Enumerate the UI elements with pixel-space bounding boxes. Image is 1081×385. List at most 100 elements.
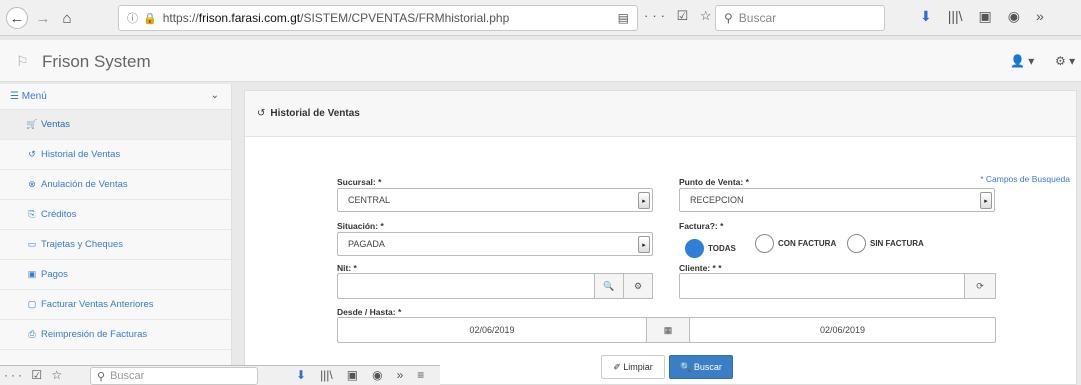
sidebar-item-anulacion[interactable]: ⊗ Anulación de Ventas: [0, 170, 231, 200]
factura-label: Factura?: *: [679, 221, 724, 231]
download-icon[interactable]: ⬇: [920, 8, 932, 25]
browser-search-input[interactable]: ⚲ Buscar: [90, 367, 258, 385]
hasta-input[interactable]: 02/06/2019: [689, 317, 996, 343]
sidebar-item-label: Créditos: [41, 209, 77, 220]
document-icon: ▢: [27, 299, 37, 309]
toolbar-icons: ⬇ |||\ ▣ ◉ »: [920, 8, 1044, 25]
cancel-circle-icon: ⊗: [28, 179, 36, 189]
account-icon[interactable]: ◉: [1008, 8, 1020, 25]
calendar-addon[interactable]: ▦: [646, 317, 690, 343]
search-icon: ⚲: [97, 370, 106, 383]
factura-radio-con-factura[interactable]: CON FACTURA: [755, 234, 836, 253]
user-menu-icon[interactable]: 👤 ▾: [1010, 54, 1034, 68]
address-bar[interactable]: ⓘ 🔒 https://frison.farasi.com.gt/SISTEM/…: [118, 5, 638, 31]
situacion-label: Situación: *: [337, 221, 384, 231]
forward-button[interactable]: →: [32, 7, 54, 29]
cliente-refresh-button[interactable]: ⟳: [964, 273, 996, 299]
sidebar-item-historial[interactable]: ↺ Historial de Ventas: [0, 140, 231, 170]
dropdown-arrow-icon: ▸: [638, 236, 650, 253]
card-icon: ▭: [27, 239, 37, 249]
history-icon: ↺: [257, 108, 266, 119]
home-icon: ⌂: [62, 9, 72, 27]
download-icon[interactable]: ⬇: [296, 368, 306, 382]
situacion-select[interactable]: PAGADA ▸: [337, 232, 653, 256]
forward-arrow-icon: →: [35, 9, 51, 27]
page-actions-menu[interactable]: ··· ☑ ☆: [4, 368, 65, 382]
sidebar-item-label: Reimpresión de Facturas: [41, 329, 148, 340]
sidebar-item-label: Ventas: [41, 119, 71, 130]
browser-search-placeholder: Buscar: [110, 370, 145, 382]
punto-venta-value: RECEPCION: [690, 195, 744, 205]
library-icon[interactable]: |||\: [948, 8, 963, 25]
panel-header: ↺ Historial de Ventas: [245, 91, 1076, 137]
nit-input[interactable]: [337, 273, 595, 299]
payment-icon: ▣: [27, 269, 37, 279]
app-header: ⚐ Frison System 👤 ▾ ⚙ ▾: [0, 40, 1081, 82]
browser-search-placeholder: Buscar: [738, 11, 777, 25]
home-button[interactable]: ⌂: [56, 7, 78, 29]
desde-input[interactable]: 02/06/2019: [337, 317, 647, 343]
library-icon[interactable]: |||\: [320, 368, 333, 382]
sidebar-item-tarjetas[interactable]: ▭ Trajetas y Cheques: [0, 230, 231, 260]
history-icon: ↺: [28, 149, 36, 159]
sidebar: ☰ Menú ⌄ 🛒 Ventas ↺ Historial de Ventas ⊗ A…: [0, 84, 232, 385]
menu-label: ☰ Menú: [10, 91, 47, 102]
credit-icon: ⎘: [28, 209, 36, 219]
cliente-input[interactable]: [679, 273, 965, 299]
radio-label: CON FACTURA: [778, 239, 837, 248]
lock-icon: 🔒: [143, 12, 157, 25]
overflow-icon[interactable]: »: [1036, 8, 1044, 25]
sidebar-item-label: Pagos: [41, 269, 68, 280]
browser-search-input[interactable]: ⚲ Buscar: [715, 5, 885, 31]
info-icon[interactable]: ⓘ: [127, 10, 138, 26]
page-title: Historial de Ventas: [270, 108, 360, 119]
toolbar-icons: ⬇ |||\ ▣ ◉ » ≡: [296, 368, 424, 382]
punto-venta-select[interactable]: RECEPCION ▸: [679, 188, 995, 212]
sidebar-item-reimpresion[interactable]: ⎙ Reimpresión de Facturas: [0, 320, 231, 350]
sucursal-label: Sucursal: *: [337, 177, 382, 187]
radio-label: TODAS: [708, 244, 736, 253]
sidebar-item-ventas[interactable]: 🛒 Ventas: [0, 110, 231, 140]
url-prefix: https://: [162, 11, 199, 25]
dropdown-arrow-icon: ▸: [638, 192, 650, 209]
nit-search-button[interactable]: 🔍: [594, 273, 624, 299]
hasta-value: 02/06/2019: [819, 325, 866, 335]
brand-title[interactable]: Frison System: [42, 52, 151, 72]
overflow-icon[interactable]: »: [397, 368, 404, 382]
radio-unselected-icon: [755, 234, 774, 253]
back-button[interactable]: ←: [6, 7, 28, 29]
url-host: frison.farasi.com.gt: [198, 11, 301, 25]
nit-settings-button[interactable]: ⚙: [623, 273, 653, 299]
hamburger-menu-icon[interactable]: ≡: [417, 368, 424, 382]
sidebar-item-creditos[interactable]: ⎘ Créditos: [0, 200, 231, 230]
sidebar-toggle-icon[interactable]: ▣: [979, 8, 992, 25]
fechas-label: Desde / Hasta: *: [337, 307, 402, 317]
sidebar-item-pagos[interactable]: ▣ Pagos: [0, 260, 231, 290]
dropdown-arrow-icon: ▸: [980, 192, 992, 209]
sidebar-item-label: Trajetas y Cheques: [41, 239, 124, 250]
settings-menu-icon[interactable]: ⚙ ▾: [1055, 54, 1075, 68]
page-actions-menu[interactable]: ··· ☑ ☆: [644, 8, 716, 24]
cart-icon: 🛒: [26, 119, 38, 129]
sidebar-item-facturar[interactable]: ▢ Facturar Ventas Anteriores: [0, 290, 231, 320]
search-icon: 🔍: [603, 280, 615, 291]
sidebar-menu-header[interactable]: ☰ Menú ⌄: [0, 84, 231, 110]
reader-view-icon[interactable]: ▤: [618, 11, 629, 25]
nit-label: Nit: *: [337, 263, 357, 273]
search-icon: ⚲: [724, 11, 733, 25]
desde-value: 02/06/2019: [469, 325, 515, 335]
factura-radio-todas[interactable]: TODAS: [685, 239, 736, 258]
account-icon[interactable]: ◉: [372, 368, 382, 382]
brand-logo-icon: ⚐: [16, 53, 29, 69]
sidebar-toggle-icon[interactable]: ▣: [347, 368, 358, 382]
punto-venta-label: Punto de Venta: *: [679, 177, 749, 187]
radio-unselected-icon: [847, 234, 866, 253]
situacion-value: PAGADA: [348, 239, 385, 249]
url-path: /SISTEM/CPVENTAS/FRMhistorial.php: [300, 11, 510, 25]
search-button[interactable]: 🔍 Buscar: [669, 355, 733, 379]
factura-radio-sin-factura[interactable]: SIN FACTURA: [847, 234, 924, 253]
required-fields-note: * Campos de Busqueda: [980, 174, 1070, 184]
clear-button[interactable]: ✐ Limpiar: [601, 355, 665, 379]
sucursal-select[interactable]: CENTRAL ▸: [337, 188, 653, 212]
sucursal-value: CENTRAL: [348, 195, 391, 205]
